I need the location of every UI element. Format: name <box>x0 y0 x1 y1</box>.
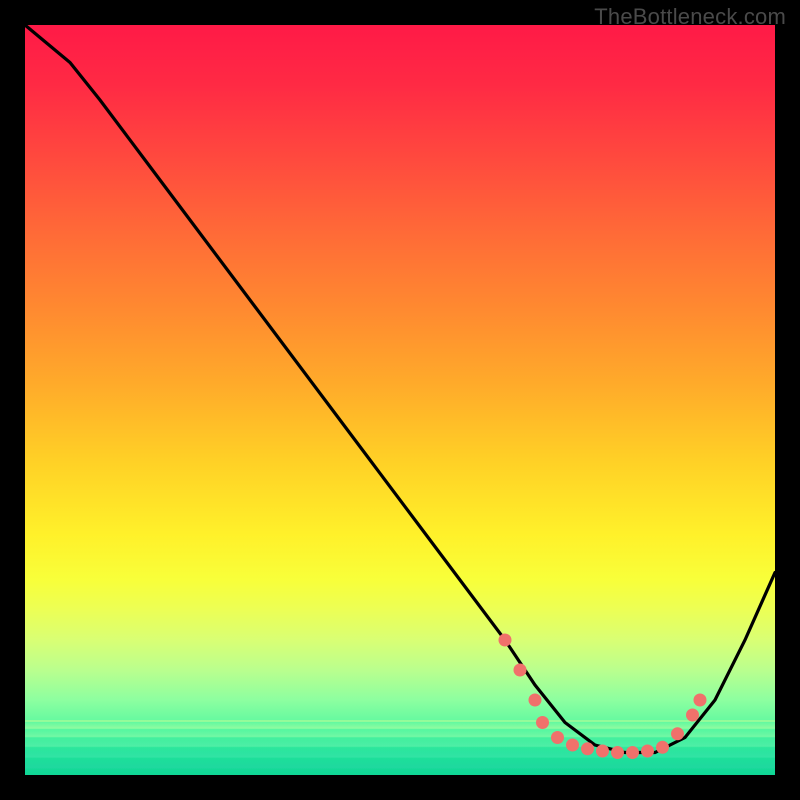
curve-marker <box>529 694 542 707</box>
curve-marker <box>581 742 594 755</box>
curve-marker <box>656 741 669 754</box>
curve-marker <box>694 694 707 707</box>
curve-marker <box>641 745 654 758</box>
curve-layer <box>25 25 775 775</box>
plot-area <box>25 25 775 775</box>
marker-group <box>499 634 707 760</box>
curve-marker <box>611 746 624 759</box>
watermark-text: TheBottleneck.com <box>594 4 786 30</box>
chart-frame: TheBottleneck.com <box>0 0 800 800</box>
bottleneck-curve-path <box>25 25 775 753</box>
curve-marker <box>566 739 579 752</box>
curve-marker <box>551 731 564 744</box>
curve-marker <box>514 664 527 677</box>
curve-marker <box>596 745 609 758</box>
curve-marker <box>686 709 699 722</box>
curve-marker <box>671 727 684 740</box>
curve-marker <box>499 634 512 647</box>
curve-marker <box>536 716 549 729</box>
curve-marker <box>626 746 639 759</box>
